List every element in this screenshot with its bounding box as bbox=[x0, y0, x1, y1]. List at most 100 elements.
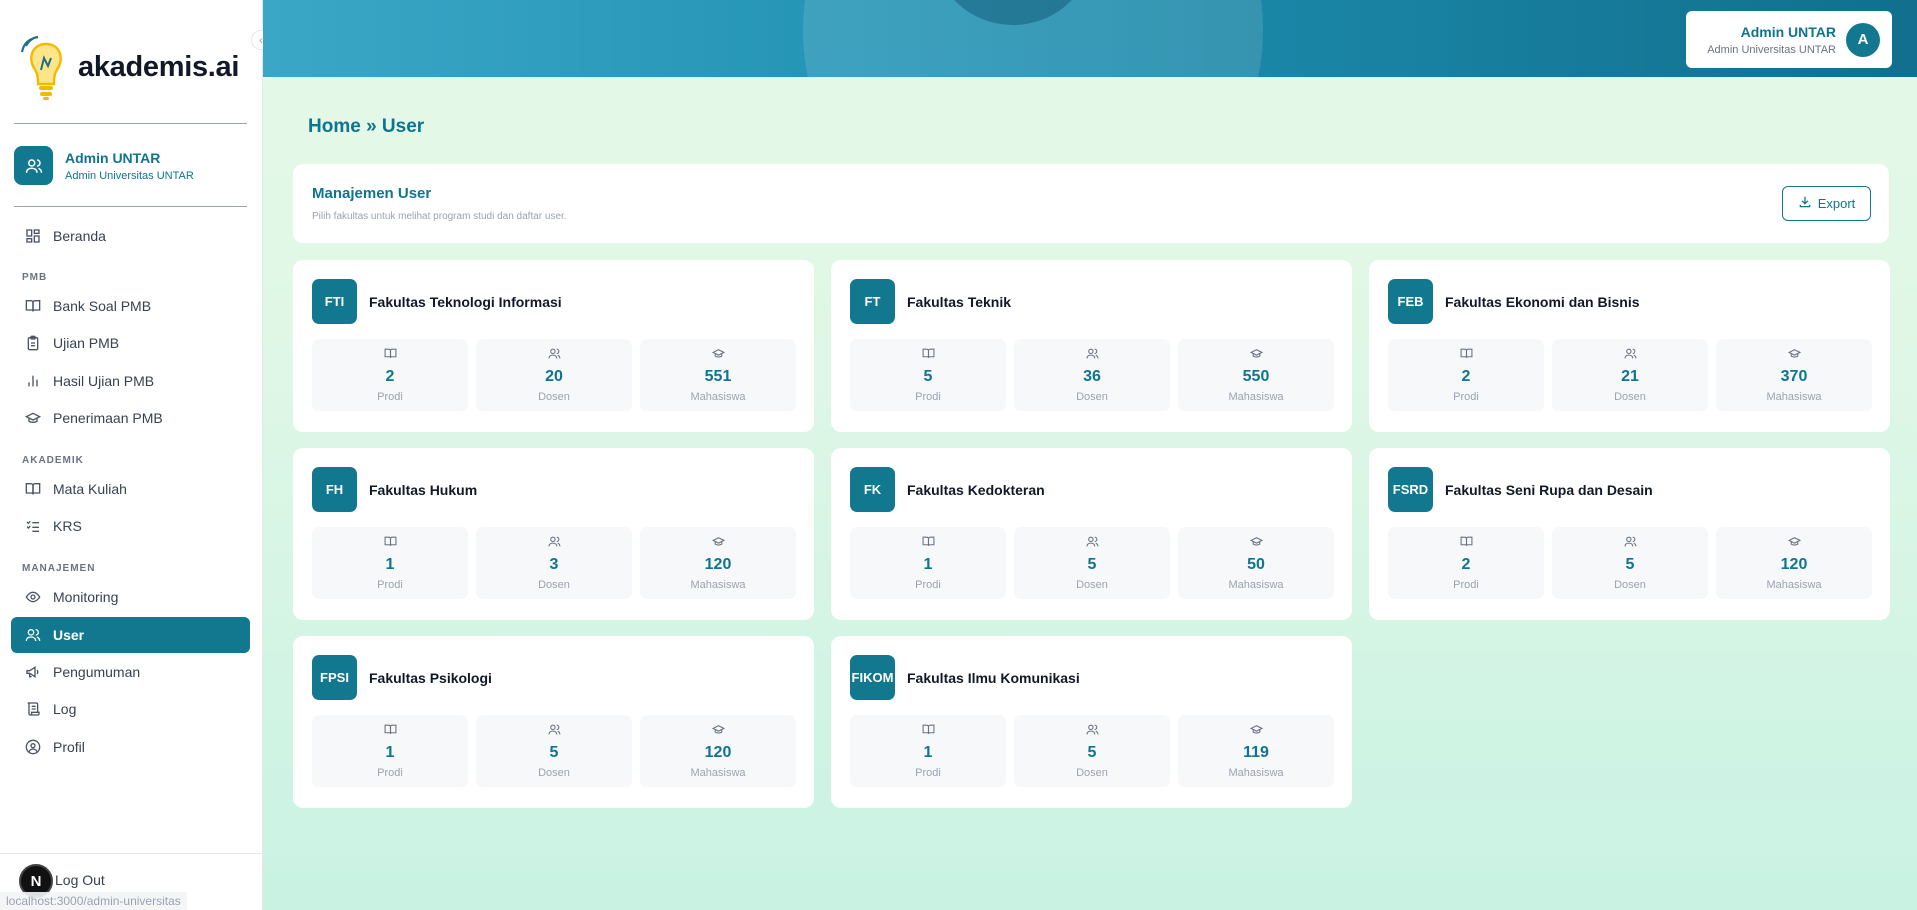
stat-prodi: 2 Prodi bbox=[312, 339, 468, 411]
avatar[interactable]: A bbox=[1846, 22, 1880, 57]
clipboard-icon bbox=[24, 334, 42, 352]
stat-label: Mahasiswa bbox=[1228, 391, 1284, 403]
stat-label: Dosen bbox=[1614, 391, 1646, 403]
stat-prodi: 1 Prodi bbox=[312, 715, 468, 787]
sidebar-item-label: Hasil Ujian PMB bbox=[53, 373, 155, 389]
stat-dosen: 3 Dosen bbox=[476, 527, 632, 599]
stat-prodi: 5 Prodi bbox=[850, 339, 1006, 411]
logo-text: akademis.ai bbox=[78, 50, 240, 83]
stat-mahasiswa: 551 Mahasiswa bbox=[640, 339, 796, 411]
users-icon bbox=[1014, 535, 1170, 549]
faculty-card[interactable]: FT Fakultas Teknik 5 Prodi 36 Dosen 550 … bbox=[831, 260, 1352, 432]
sidebar-item-label: Pengumuman bbox=[53, 664, 141, 680]
export-button[interactable]: Export bbox=[1782, 186, 1871, 221]
stat-prodi: 1 Prodi bbox=[850, 527, 1006, 599]
faculty-code-badge: FIKOM bbox=[850, 655, 895, 700]
stat-value: 20 bbox=[545, 368, 563, 385]
faculty-name: Fakultas Ekonomi dan Bisnis bbox=[1445, 293, 1640, 310]
book-icon bbox=[312, 723, 468, 737]
export-label: Export bbox=[1817, 196, 1856, 211]
faculty-card[interactable]: FEB Fakultas Ekonomi dan Bisnis 2 Prodi … bbox=[1369, 260, 1890, 432]
faculty-card[interactable]: FIKOM Fakultas Ilmu Komunikasi 1 Prodi 5… bbox=[831, 636, 1352, 808]
book-icon bbox=[312, 347, 468, 361]
users-icon bbox=[1552, 347, 1708, 361]
sidebar-item-label: Ujian PMB bbox=[53, 335, 120, 351]
sidebar-item-pengumuman[interactable]: Pengumuman bbox=[11, 654, 250, 690]
faculty-card[interactable]: FTI Fakultas Teknologi Informasi 2 Prodi… bbox=[293, 260, 814, 432]
stat-label: Dosen bbox=[1076, 391, 1108, 403]
users-icon bbox=[476, 723, 632, 737]
sidebar-item-label: KRS bbox=[53, 518, 82, 534]
faculty-card[interactable]: FH Fakultas Hukum 1 Prodi 3 Dosen 120 Ma… bbox=[293, 448, 814, 620]
grid-icon bbox=[24, 227, 42, 245]
sidebar-item-label: Beranda bbox=[53, 228, 106, 244]
faculty-name: Fakultas Hukum bbox=[369, 481, 478, 498]
graduation-cap-icon bbox=[24, 409, 42, 427]
logout-button[interactable]: Log Out bbox=[55, 872, 105, 888]
sidebar-item-penerimaan-pmb[interactable]: Penerimaan PMB bbox=[11, 400, 250, 436]
stat-value: 1 bbox=[385, 744, 395, 761]
stat-prodi: 2 Prodi bbox=[1388, 339, 1544, 411]
sidebar-profile: Admin UNTAR Admin Universitas UNTAR bbox=[14, 146, 194, 185]
stat-value: 550 bbox=[1242, 368, 1270, 385]
stat-value: 119 bbox=[1243, 744, 1269, 761]
stat-label: Prodi bbox=[377, 767, 403, 779]
graduation-cap-icon bbox=[1178, 723, 1334, 737]
graduation-cap-icon bbox=[640, 535, 796, 549]
users-icon bbox=[24, 626, 42, 644]
faculty-card[interactable]: FPSI Fakultas Psikologi 1 Prodi 5 Dosen … bbox=[293, 636, 814, 808]
stat-value: 5 bbox=[549, 744, 559, 761]
sidebar: akademis.ai ‹ Admin UNTAR Admin Universi… bbox=[0, 0, 271, 910]
bar-chart-icon bbox=[24, 372, 42, 390]
faculty-code-badge: FH bbox=[312, 467, 357, 512]
sidebar-item-profil[interactable]: Profil bbox=[11, 729, 250, 765]
stat-mahasiswa: 120 Mahasiswa bbox=[640, 527, 796, 599]
user-circle-icon bbox=[24, 738, 42, 756]
stat-mahasiswa: 50 Mahasiswa bbox=[1178, 527, 1334, 599]
stat-label: Prodi bbox=[915, 767, 941, 779]
user-menu[interactable]: Admin UNTAR Admin Universitas UNTAR A bbox=[1686, 11, 1892, 68]
sidebar-item-mata-kuliah[interactable]: Mata Kuliah bbox=[11, 471, 250, 507]
faculty-name: Fakultas Kedokteran bbox=[907, 481, 1045, 498]
faculty-code-badge: FEB bbox=[1388, 279, 1433, 324]
sidebar-item-beranda[interactable]: Beranda bbox=[11, 218, 250, 254]
stat-dosen: 21 Dosen bbox=[1552, 339, 1708, 411]
stat-label: Dosen bbox=[538, 579, 570, 591]
users-icon bbox=[476, 347, 632, 361]
faculty-code-badge: FK bbox=[850, 467, 895, 512]
sidebar-item-hasil-ujian-pmb[interactable]: Hasil Ujian PMB bbox=[11, 363, 250, 399]
faculty-name: Fakultas Psikologi bbox=[369, 669, 492, 686]
graduation-cap-icon bbox=[1178, 535, 1334, 549]
nav-section-pmb: PMB bbox=[22, 272, 48, 283]
stat-label: Mahasiswa bbox=[1766, 579, 1822, 591]
breadcrumb: Home » User bbox=[308, 116, 425, 137]
faculty-name: Fakultas Teknologi Informasi bbox=[369, 293, 562, 310]
sidebar-item-log[interactable]: Log bbox=[11, 691, 250, 727]
sidebar-item-bank-soal-pmb[interactable]: Bank Soal PMB bbox=[11, 288, 250, 324]
graduation-cap-icon bbox=[640, 347, 796, 361]
megaphone-icon bbox=[24, 663, 42, 681]
stat-dosen: 5 Dosen bbox=[476, 715, 632, 787]
logo[interactable]: akademis.ai bbox=[20, 34, 239, 100]
sidebar-item-user[interactable]: User bbox=[11, 617, 250, 653]
stat-label: Prodi bbox=[915, 391, 941, 403]
stat-label: Mahasiswa bbox=[1766, 391, 1822, 403]
stat-value: 21 bbox=[1621, 368, 1639, 385]
stat-dosen: 20 Dosen bbox=[476, 339, 632, 411]
faculty-card[interactable]: FSRD Fakultas Seni Rupa dan Desain 2 Pro… bbox=[1369, 448, 1890, 620]
sidebar-item-label: Mata Kuliah bbox=[53, 481, 127, 497]
graduation-cap-icon bbox=[1716, 535, 1872, 549]
sidebar-item-monitoring[interactable]: Monitoring bbox=[11, 579, 250, 615]
stat-label: Dosen bbox=[538, 391, 570, 403]
stat-value: 370 bbox=[1780, 368, 1808, 385]
sidebar-profile-subtitle: Admin Universitas UNTAR bbox=[65, 169, 194, 182]
book-icon bbox=[850, 347, 1006, 361]
stat-label: Dosen bbox=[1076, 767, 1108, 779]
book-icon bbox=[850, 535, 1006, 549]
faculty-card[interactable]: FK Fakultas Kedokteran 1 Prodi 5 Dosen 5… bbox=[831, 448, 1352, 620]
sidebar-item-krs[interactable]: KRS bbox=[11, 508, 250, 544]
stat-label: Prodi bbox=[377, 579, 403, 591]
sidebar-item-ujian-pmb[interactable]: Ujian PMB bbox=[11, 325, 250, 361]
users-icon bbox=[1552, 535, 1708, 549]
book-icon bbox=[850, 723, 1006, 737]
